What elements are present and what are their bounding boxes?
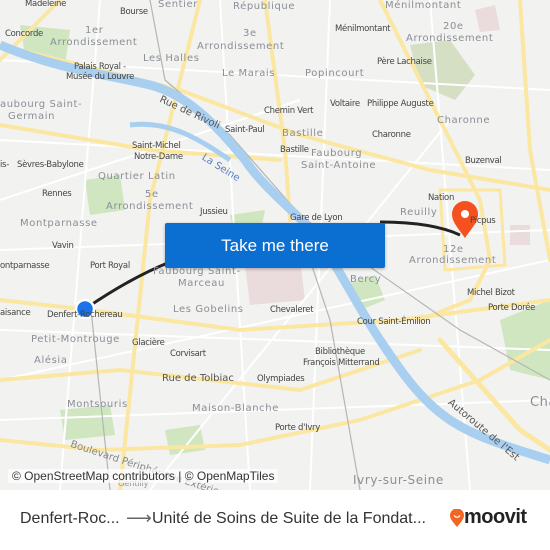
map-label: Saint-Paul bbox=[225, 125, 265, 135]
map-label: Montparnasse bbox=[20, 218, 98, 229]
map-label: Vavin bbox=[52, 241, 74, 251]
map-label: Corvisart bbox=[170, 349, 206, 359]
map-label: ontparnasse bbox=[0, 261, 50, 271]
destination-name: Unité de Soins de Suite de la Fondat... bbox=[152, 510, 426, 527]
moovit-pin-icon bbox=[450, 508, 464, 527]
map-label: François Mitterrand bbox=[303, 358, 380, 368]
map-label: Petit-Montrouge bbox=[31, 334, 120, 345]
map-label: Montsouris bbox=[67, 399, 128, 410]
map-label: Arrondissement bbox=[409, 255, 497, 266]
map-label: Germain bbox=[8, 111, 56, 122]
map-label: Ménilmontant bbox=[335, 24, 391, 34]
map-label: is- bbox=[0, 160, 9, 170]
map-label: Charonne bbox=[437, 115, 491, 126]
map-label: Chemin Vert bbox=[264, 106, 314, 116]
map-label: Quartier Latin bbox=[98, 171, 176, 182]
map-label: Palais Royal - bbox=[74, 62, 126, 72]
map-label: aisance bbox=[0, 308, 31, 318]
map-label: Père Lachaise bbox=[377, 57, 432, 67]
map[interactable]: Madeleine Bourse Sentier République Méni… bbox=[0, 0, 550, 490]
map-label: Le Marais bbox=[222, 68, 276, 79]
map-label: Ivry-sur-Seine bbox=[353, 473, 444, 487]
map-label: Gare de Lyon bbox=[290, 213, 343, 223]
map-label: Bibliothèque bbox=[315, 347, 365, 357]
map-label: Rennes bbox=[42, 189, 72, 199]
map-label: Marceau bbox=[178, 278, 225, 289]
map-label: Bastille bbox=[282, 128, 324, 139]
map-label: Madeleine bbox=[25, 0, 67, 9]
map-label: Les Halles bbox=[143, 53, 200, 64]
map-label: Les Gobelins bbox=[173, 304, 244, 315]
map-label: Arrondissement bbox=[106, 201, 194, 212]
map-label: Sentier bbox=[158, 0, 199, 10]
map-label: Maison-Blanche bbox=[192, 403, 279, 414]
map-label: Saint-Antoine bbox=[301, 160, 377, 171]
map-label: Nation bbox=[428, 193, 455, 203]
map-label: aubourg Saint- bbox=[0, 99, 83, 110]
map-label: Cha bbox=[530, 395, 550, 410]
origin-name: Denfert-Roc... bbox=[20, 510, 120, 527]
map-label: Saint-Michel bbox=[132, 141, 181, 151]
map-label: Buzenval bbox=[465, 156, 502, 166]
take-me-there-button[interactable]: Take me there bbox=[165, 223, 385, 268]
map-label: Philippe Auguste bbox=[367, 99, 434, 109]
map-label: République bbox=[233, 1, 296, 12]
map-label: Bastille bbox=[280, 145, 309, 155]
map-label: Faubourg Saint- bbox=[153, 266, 241, 277]
map-label: Concorde bbox=[5, 29, 43, 39]
map-label: Sèvres-Babylone bbox=[17, 160, 84, 170]
map-label: Olympiades bbox=[257, 374, 305, 384]
brand-name: moovit bbox=[464, 506, 527, 528]
map-label: Port Royal bbox=[90, 261, 130, 271]
map-label: Picpus bbox=[470, 216, 496, 226]
map-label: Michel Bizot bbox=[467, 288, 515, 298]
arrow-right-icon: ⟶ bbox=[126, 508, 152, 528]
map-label: 12e bbox=[443, 244, 464, 255]
map-label: Arrondissement bbox=[50, 37, 138, 48]
map-label: Denfert-Rochereau bbox=[47, 310, 123, 320]
map-label: 20e bbox=[443, 21, 464, 32]
map-label: Ménilmontant bbox=[385, 0, 462, 11]
map-attribution[interactable]: © OpenStreetMap contributors | © OpenMap… bbox=[8, 469, 279, 483]
map-label: Faubourg bbox=[311, 148, 363, 159]
map-label: 1er bbox=[85, 25, 104, 36]
map-label: Musée du Louvre bbox=[66, 72, 135, 82]
map-label: Charonne bbox=[372, 130, 411, 140]
map-label: Jussieu bbox=[200, 207, 228, 217]
map-label: Arrondissement bbox=[197, 41, 285, 52]
map-label: Cour Saint-Émilion bbox=[357, 317, 431, 327]
map-label: 5e bbox=[145, 189, 159, 200]
route-footer: Denfert-Roc... ⟶ Unité de Soins de Suite… bbox=[0, 490, 550, 550]
map-label: Alésia bbox=[34, 355, 68, 366]
map-label: Rue de Tolbiac bbox=[162, 373, 234, 384]
map-label: Arrondissement bbox=[406, 33, 494, 44]
map-label: Porte Dorée bbox=[488, 303, 535, 313]
map-label: Voltaire bbox=[330, 99, 360, 109]
map-label: 3e bbox=[243, 28, 257, 39]
map-label: Popincourt bbox=[305, 68, 365, 79]
moovit-logo[interactable]: moovit bbox=[450, 506, 527, 529]
map-label: Chevaleret bbox=[270, 305, 314, 315]
map-label: Bercy bbox=[350, 274, 382, 285]
map-label: Reuilly bbox=[400, 207, 438, 218]
map-label: Notre-Dame bbox=[134, 152, 183, 162]
map-label: Glacière bbox=[132, 338, 165, 348]
map-label: Bourse bbox=[120, 7, 148, 17]
map-label: Porte d'Ivry bbox=[275, 423, 320, 433]
